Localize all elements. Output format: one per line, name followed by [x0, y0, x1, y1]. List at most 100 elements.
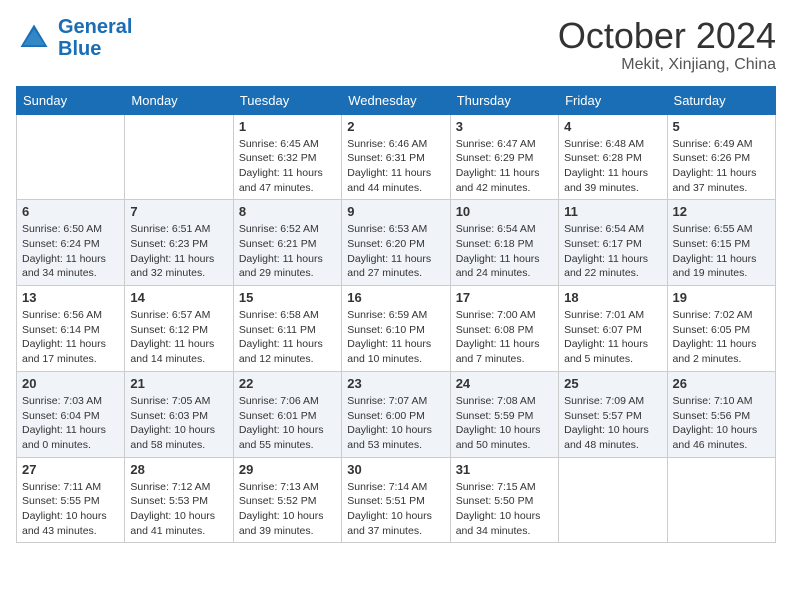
day-info: Sunrise: 7:07 AMSunset: 6:00 PMDaylight:…	[347, 394, 444, 453]
day-of-week-header: Tuesday	[233, 86, 341, 114]
day-info: Sunrise: 7:12 AMSunset: 5:53 PMDaylight:…	[130, 480, 227, 539]
day-number: 23	[347, 376, 444, 391]
calendar-cell: 1Sunrise: 6:45 AMSunset: 6:32 PMDaylight…	[233, 114, 341, 200]
calendar-cell: 30 Sunrise: 7:14 AMSunset: 5:51 PMDayligh…	[342, 457, 450, 543]
calendar-cell: 4Sunrise: 6:48 AMSunset: 6:28 PMDaylight…	[559, 114, 667, 200]
day-of-week-header: Monday	[125, 86, 233, 114]
calendar-cell: 11Sunrise: 6:54 AMSunset: 6:17 PMDayligh…	[559, 200, 667, 286]
calendar-cell: 17 Sunrise: 7:00 AMSunset: 6:08 PMDayligh…	[450, 286, 558, 372]
calendar-week-row: 6 Sunrise: 6:50 AMSunset: 6:24 PMDaylight…	[17, 200, 776, 286]
day-info: Sunrise: 7:01 AMSunset: 6:07 PMDaylight:…	[564, 308, 661, 367]
day-number: 5	[673, 119, 770, 134]
calendar-cell: 20 Sunrise: 7:03 AMSunset: 6:04 PMDayligh…	[17, 371, 125, 457]
title-block: October 2024 Mekit, Xinjiang, China	[558, 16, 776, 74]
day-info: Sunrise: 7:00 AMSunset: 6:08 PMDaylight:…	[456, 308, 553, 367]
calendar-cell: 28 Sunrise: 7:12 AMSunset: 5:53 PMDayligh…	[125, 457, 233, 543]
calendar-cell: 10Sunrise: 6:54 AMSunset: 6:18 PMDayligh…	[450, 200, 558, 286]
day-number: 15	[239, 290, 336, 305]
day-info: Sunrise: 6:46 AMSunset: 6:31 PMDaylight:…	[347, 137, 444, 196]
day-number: 13	[22, 290, 119, 305]
day-of-week-header: Saturday	[667, 86, 775, 114]
calendar-cell: 29 Sunrise: 7:13 AMSunset: 5:52 PMDayligh…	[233, 457, 341, 543]
day-number: 29	[239, 462, 336, 477]
logo-text: General Blue	[58, 16, 132, 60]
day-number: 17	[456, 290, 553, 305]
day-number: 28	[130, 462, 227, 477]
day-number: 11	[564, 204, 661, 219]
day-number: 19	[673, 290, 770, 305]
calendar-cell: 6 Sunrise: 6:50 AMSunset: 6:24 PMDaylight…	[17, 200, 125, 286]
calendar-cell	[125, 114, 233, 200]
day-number: 26	[673, 376, 770, 391]
day-number: 30	[347, 462, 444, 477]
day-number: 24	[456, 376, 553, 391]
day-info: Sunrise: 6:49 AMSunset: 6:26 PMDaylight:…	[673, 137, 770, 196]
calendar-week-row: 27 Sunrise: 7:11 AMSunset: 5:55 PMDayligh…	[17, 457, 776, 543]
calendar-week-row: 13 Sunrise: 6:56 AMSunset: 6:14 PMDayligh…	[17, 286, 776, 372]
calendar-cell: 15 Sunrise: 6:58 AMSunset: 6:11 PMDayligh…	[233, 286, 341, 372]
day-info: Sunrise: 6:55 AMSunset: 6:15 PMDaylight:…	[673, 222, 770, 281]
day-info: Sunrise: 6:58 AMSunset: 6:11 PMDaylight:…	[239, 308, 336, 367]
calendar-cell: 24 Sunrise: 7:08 AMSunset: 5:59 PMDayligh…	[450, 371, 558, 457]
calendar-cell: 27 Sunrise: 7:11 AMSunset: 5:55 PMDayligh…	[17, 457, 125, 543]
day-number: 1	[239, 119, 336, 134]
calendar-cell: 7Sunrise: 6:51 AMSunset: 6:23 PMDaylight…	[125, 200, 233, 286]
calendar-cell: 13 Sunrise: 6:56 AMSunset: 6:14 PMDayligh…	[17, 286, 125, 372]
day-of-week-header: Thursday	[450, 86, 558, 114]
calendar-cell: 22Sunrise: 7:06 AMSunset: 6:01 PMDayligh…	[233, 371, 341, 457]
calendar-cell: 5 Sunrise: 6:49 AMSunset: 6:26 PMDaylight…	[667, 114, 775, 200]
day-of-week-header: Friday	[559, 86, 667, 114]
calendar-cell: 21 Sunrise: 7:05 AMSunset: 6:03 PMDayligh…	[125, 371, 233, 457]
day-info: Sunrise: 7:02 AMSunset: 6:05 PMDaylight:…	[673, 308, 770, 367]
calendar-cell: 16 Sunrise: 6:59 AMSunset: 6:10 PMDayligh…	[342, 286, 450, 372]
calendar-cell: 25 Sunrise: 7:09 AMSunset: 5:57 PMDayligh…	[559, 371, 667, 457]
day-info: Sunrise: 7:09 AMSunset: 5:57 PMDaylight:…	[564, 394, 661, 453]
day-info: Sunrise: 7:11 AMSunset: 5:55 PMDaylight:…	[22, 480, 119, 539]
day-number: 20	[22, 376, 119, 391]
day-info: Sunrise: 7:08 AMSunset: 5:59 PMDaylight:…	[456, 394, 553, 453]
calendar-week-row: 20 Sunrise: 7:03 AMSunset: 6:04 PMDayligh…	[17, 371, 776, 457]
logo-icon	[16, 20, 52, 56]
calendar-week-row: 1Sunrise: 6:45 AMSunset: 6:32 PMDaylight…	[17, 114, 776, 200]
day-info: Sunrise: 7:03 AMSunset: 6:04 PMDaylight:…	[22, 394, 119, 453]
calendar-cell: 9Sunrise: 6:53 AMSunset: 6:20 PMDaylight…	[342, 200, 450, 286]
day-number: 18	[564, 290, 661, 305]
calendar-cell: 26 Sunrise: 7:10 AMSunset: 5:56 PMDayligh…	[667, 371, 775, 457]
day-info: Sunrise: 6:59 AMSunset: 6:10 PMDaylight:…	[347, 308, 444, 367]
day-info: Sunrise: 7:13 AMSunset: 5:52 PMDaylight:…	[239, 480, 336, 539]
calendar-cell	[559, 457, 667, 543]
day-number: 8	[239, 204, 336, 219]
day-number: 25	[564, 376, 661, 391]
day-info: Sunrise: 6:48 AMSunset: 6:28 PMDaylight:…	[564, 137, 661, 196]
day-info: Sunrise: 6:50 AMSunset: 6:24 PMDaylight:…	[22, 222, 119, 281]
calendar-cell: 18 Sunrise: 7:01 AMSunset: 6:07 PMDayligh…	[559, 286, 667, 372]
day-number: 21	[130, 376, 227, 391]
day-number: 12	[673, 204, 770, 219]
calendar-cell	[17, 114, 125, 200]
day-info: Sunrise: 7:14 AMSunset: 5:51 PMDaylight:…	[347, 480, 444, 539]
day-number: 9	[347, 204, 444, 219]
calendar-header: SundayMondayTuesdayWednesdayThursdayFrid…	[17, 86, 776, 114]
calendar-cell: 8Sunrise: 6:52 AMSunset: 6:21 PMDaylight…	[233, 200, 341, 286]
calendar-cell: 14Sunrise: 6:57 AMSunset: 6:12 PMDayligh…	[125, 286, 233, 372]
calendar-cell: 19 Sunrise: 7:02 AMSunset: 6:05 PMDayligh…	[667, 286, 775, 372]
day-info: Sunrise: 7:05 AMSunset: 6:03 PMDaylight:…	[130, 394, 227, 453]
page-header: General Blue October 2024 Mekit, Xinjian…	[16, 16, 776, 74]
day-of-week-header: Wednesday	[342, 86, 450, 114]
day-info: Sunrise: 6:56 AMSunset: 6:14 PMDaylight:…	[22, 308, 119, 367]
day-number: 27	[22, 462, 119, 477]
day-info: Sunrise: 6:54 AMSunset: 6:18 PMDaylight:…	[456, 222, 553, 281]
day-number: 3	[456, 119, 553, 134]
day-number: 6	[22, 204, 119, 219]
day-number: 14	[130, 290, 227, 305]
day-info: Sunrise: 7:10 AMSunset: 5:56 PMDaylight:…	[673, 394, 770, 453]
calendar-cell: 3Sunrise: 6:47 AMSunset: 6:29 PMDaylight…	[450, 114, 558, 200]
month-title: October 2024	[558, 16, 776, 56]
day-info: Sunrise: 7:15 AMSunset: 5:50 PMDaylight:…	[456, 480, 553, 539]
day-number: 16	[347, 290, 444, 305]
calendar-cell: 31Sunrise: 7:15 AMSunset: 5:50 PMDayligh…	[450, 457, 558, 543]
day-info: Sunrise: 7:06 AMSunset: 6:01 PMDaylight:…	[239, 394, 336, 453]
day-info: Sunrise: 6:51 AMSunset: 6:23 PMDaylight:…	[130, 222, 227, 281]
logo: General Blue	[16, 16, 132, 60]
day-number: 2	[347, 119, 444, 134]
